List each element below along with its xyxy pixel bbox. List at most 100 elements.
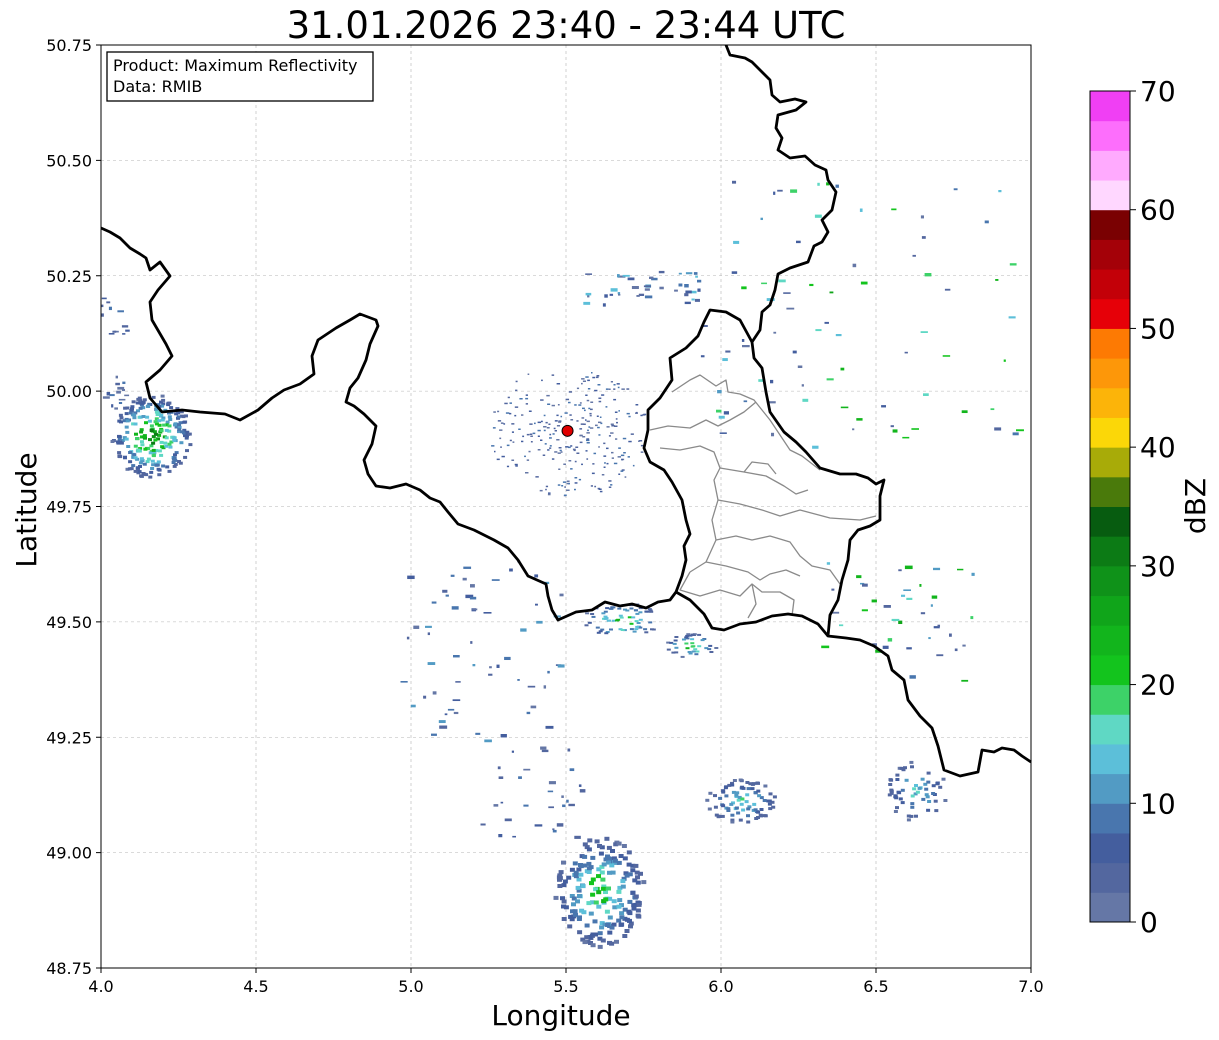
colorbar-segment bbox=[1090, 328, 1130, 359]
echo-pixel bbox=[149, 424, 154, 428]
echo-pixel bbox=[142, 434, 147, 438]
echo-pixel bbox=[524, 455, 526, 458]
echo-pixel bbox=[909, 675, 916, 679]
echo-pixel bbox=[506, 444, 510, 447]
echo-pixel bbox=[167, 469, 172, 473]
echo-pixel bbox=[423, 695, 427, 699]
echo-pixel bbox=[545, 485, 549, 488]
echo-pixel bbox=[109, 394, 115, 397]
echo-pixel bbox=[138, 461, 143, 465]
echo-pixel bbox=[101, 304, 104, 308]
echo-pixel bbox=[906, 818, 911, 822]
echo-pixel bbox=[135, 437, 139, 441]
colorbar-segment bbox=[1090, 892, 1130, 923]
echo-pixel bbox=[931, 784, 936, 788]
echo-pixel bbox=[797, 365, 803, 369]
echo-pixel bbox=[910, 805, 915, 809]
echo-pixel bbox=[636, 914, 642, 919]
echo-pixel bbox=[598, 397, 602, 399]
echo-pixel bbox=[680, 655, 685, 658]
data-source-line: Data: RMIB bbox=[113, 77, 202, 96]
echo-pixel bbox=[597, 844, 602, 848]
echo-pixel bbox=[736, 811, 741, 815]
echo-pixel bbox=[492, 427, 496, 429]
echo-pixel bbox=[560, 451, 563, 453]
echo-pixel bbox=[722, 358, 728, 362]
echo-pixel bbox=[619, 616, 624, 619]
echo-pixel bbox=[801, 384, 804, 387]
echo-pixel bbox=[488, 673, 493, 676]
echo-pixel bbox=[723, 411, 729, 415]
echo-pixel bbox=[515, 380, 518, 383]
y-tick-label: 49.50 bbox=[46, 613, 92, 632]
echo-pixel bbox=[912, 787, 917, 791]
echo-pixel bbox=[931, 595, 938, 599]
echo-pixel bbox=[534, 574, 539, 578]
colorbar-segment bbox=[1090, 417, 1130, 448]
echo-pixel bbox=[635, 875, 640, 880]
echo-pixel bbox=[746, 807, 751, 811]
echo-pixel bbox=[613, 398, 617, 401]
echo-pixel bbox=[153, 438, 158, 442]
colorbar-segment bbox=[1090, 239, 1130, 270]
echo-pixel bbox=[119, 416, 124, 420]
echo-pixel bbox=[773, 331, 777, 334]
echo-pixel bbox=[187, 432, 192, 436]
echo-pixel bbox=[413, 625, 420, 629]
echo-pixel bbox=[588, 407, 591, 410]
echo-pixel bbox=[573, 912, 578, 917]
echo-pixel bbox=[852, 428, 855, 431]
echo-pixel bbox=[610, 423, 614, 425]
echo-pixel bbox=[599, 416, 602, 418]
echo-pixel bbox=[944, 288, 951, 291]
echo-pixel bbox=[587, 429, 589, 432]
echo-pixel bbox=[601, 394, 605, 396]
echo-pixel bbox=[616, 383, 620, 385]
echo-pixel bbox=[621, 388, 625, 390]
y-tick-label: 50.25 bbox=[46, 267, 92, 286]
echo-pixel bbox=[901, 594, 906, 597]
echo-pixel bbox=[697, 633, 702, 636]
echo-pixel bbox=[587, 621, 592, 624]
echo-pixel bbox=[596, 415, 599, 417]
echo-pixel bbox=[616, 618, 621, 621]
echo-pixel bbox=[644, 631, 649, 634]
echo-pixel bbox=[914, 814, 918, 818]
echo-pixel bbox=[569, 414, 572, 416]
echo-pixel bbox=[590, 877, 596, 882]
echo-pixel bbox=[920, 612, 926, 615]
echo-pixel bbox=[631, 286, 639, 290]
x-axis: 4.0 4.5 5.0 5.5 6.0 6.5 7.0 bbox=[88, 968, 1044, 996]
echo-pixel bbox=[616, 841, 622, 846]
echo-pixel bbox=[919, 584, 922, 587]
echo-pixel bbox=[638, 871, 643, 876]
echo-pixel bbox=[568, 391, 573, 393]
colorbar-segment bbox=[1090, 209, 1130, 240]
echo-pixel bbox=[176, 415, 181, 419]
echo-pixel bbox=[730, 783, 735, 787]
echo-pixel bbox=[923, 393, 929, 396]
echo-pixel bbox=[724, 794, 729, 798]
echo-pixel bbox=[920, 215, 924, 219]
echo-pixel bbox=[512, 835, 517, 838]
echo-pixel bbox=[608, 480, 612, 482]
echo-pixel bbox=[611, 457, 614, 459]
echo-pixel bbox=[741, 808, 746, 812]
echo-pixel bbox=[954, 648, 958, 652]
echo-pixel bbox=[682, 638, 686, 641]
echo-pixel bbox=[144, 473, 149, 477]
echo-pixel bbox=[153, 420, 158, 424]
echo-pixel bbox=[620, 629, 625, 631]
echo-pixel bbox=[164, 428, 169, 432]
echo-pixel bbox=[605, 406, 608, 408]
colorbar-tick-label: 10 bbox=[1140, 787, 1176, 820]
echo-pixel bbox=[895, 778, 900, 781]
echo-pixel bbox=[494, 450, 496, 453]
echo-pixel bbox=[721, 789, 726, 793]
echo-pixel bbox=[561, 899, 567, 904]
echo-pixel bbox=[607, 940, 612, 945]
y-axis: 48.75 49.00 49.25 49.50 49.75 50.00 50.25 50.50… bbox=[46, 36, 101, 978]
echo-pixel bbox=[924, 787, 929, 791]
echo-pixel bbox=[809, 283, 814, 287]
echo-pixel bbox=[574, 477, 578, 479]
